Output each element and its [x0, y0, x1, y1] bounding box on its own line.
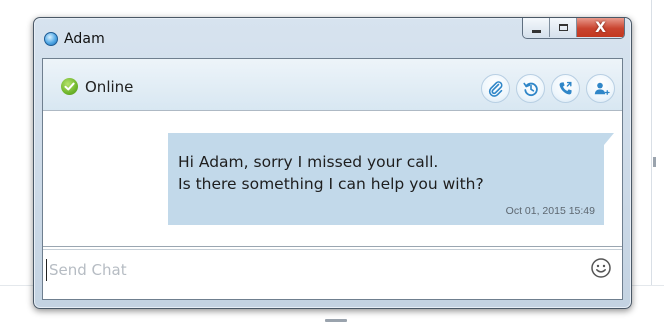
paperclip-icon [488, 80, 502, 97]
maximize-icon [558, 24, 568, 31]
background-separator [325, 319, 347, 322]
history-icon [522, 82, 538, 96]
add-user-icon [594, 82, 610, 95]
check-circle-icon [61, 78, 78, 95]
message-text-line: Is there something I can help you with? [178, 175, 484, 193]
close-button[interactable]: X [577, 18, 624, 37]
app-icon [44, 32, 58, 46]
minimize-button[interactable] [523, 18, 550, 37]
background-tick [653, 157, 656, 167]
call-button[interactable] [551, 74, 580, 103]
message-bubble: Hi Adam, sorry I missed your call. Is th… [168, 133, 614, 225]
compose-area [43, 246, 622, 299]
minimize-icon [531, 30, 541, 33]
window-controls: X [522, 18, 625, 39]
message-list: Hi Adam, sorry I missed your call. Is th… [43, 111, 622, 251]
close-icon: X [595, 19, 606, 36]
contact-header: Online [43, 59, 622, 111]
maximize-button[interactable] [550, 18, 577, 37]
chat-window: Adam X Online Hi Adam, sorry I missed yo… [33, 17, 632, 309]
chat-input[interactable] [46, 259, 579, 281]
history-button[interactable] [516, 74, 545, 103]
message-timestamp: Oct 01, 2015 15:49 [505, 205, 595, 217]
header-toolbar [481, 74, 615, 103]
smiley-icon [591, 258, 611, 278]
window-title: Adam [64, 31, 105, 47]
emoji-button[interactable] [590, 257, 612, 279]
phone-icon [559, 81, 572, 94]
background-window-edge [651, 0, 652, 285]
title-bar[interactable]: Adam X [34, 18, 631, 58]
attach-file-button[interactable] [481, 74, 510, 103]
add-user-button[interactable] [586, 74, 615, 103]
chat-client-area: Online Hi Adam, sorry I missed your call… [42, 58, 623, 300]
presence-status: Online [85, 78, 134, 96]
message-text-line: Hi Adam, sorry I missed your call. [178, 153, 439, 171]
